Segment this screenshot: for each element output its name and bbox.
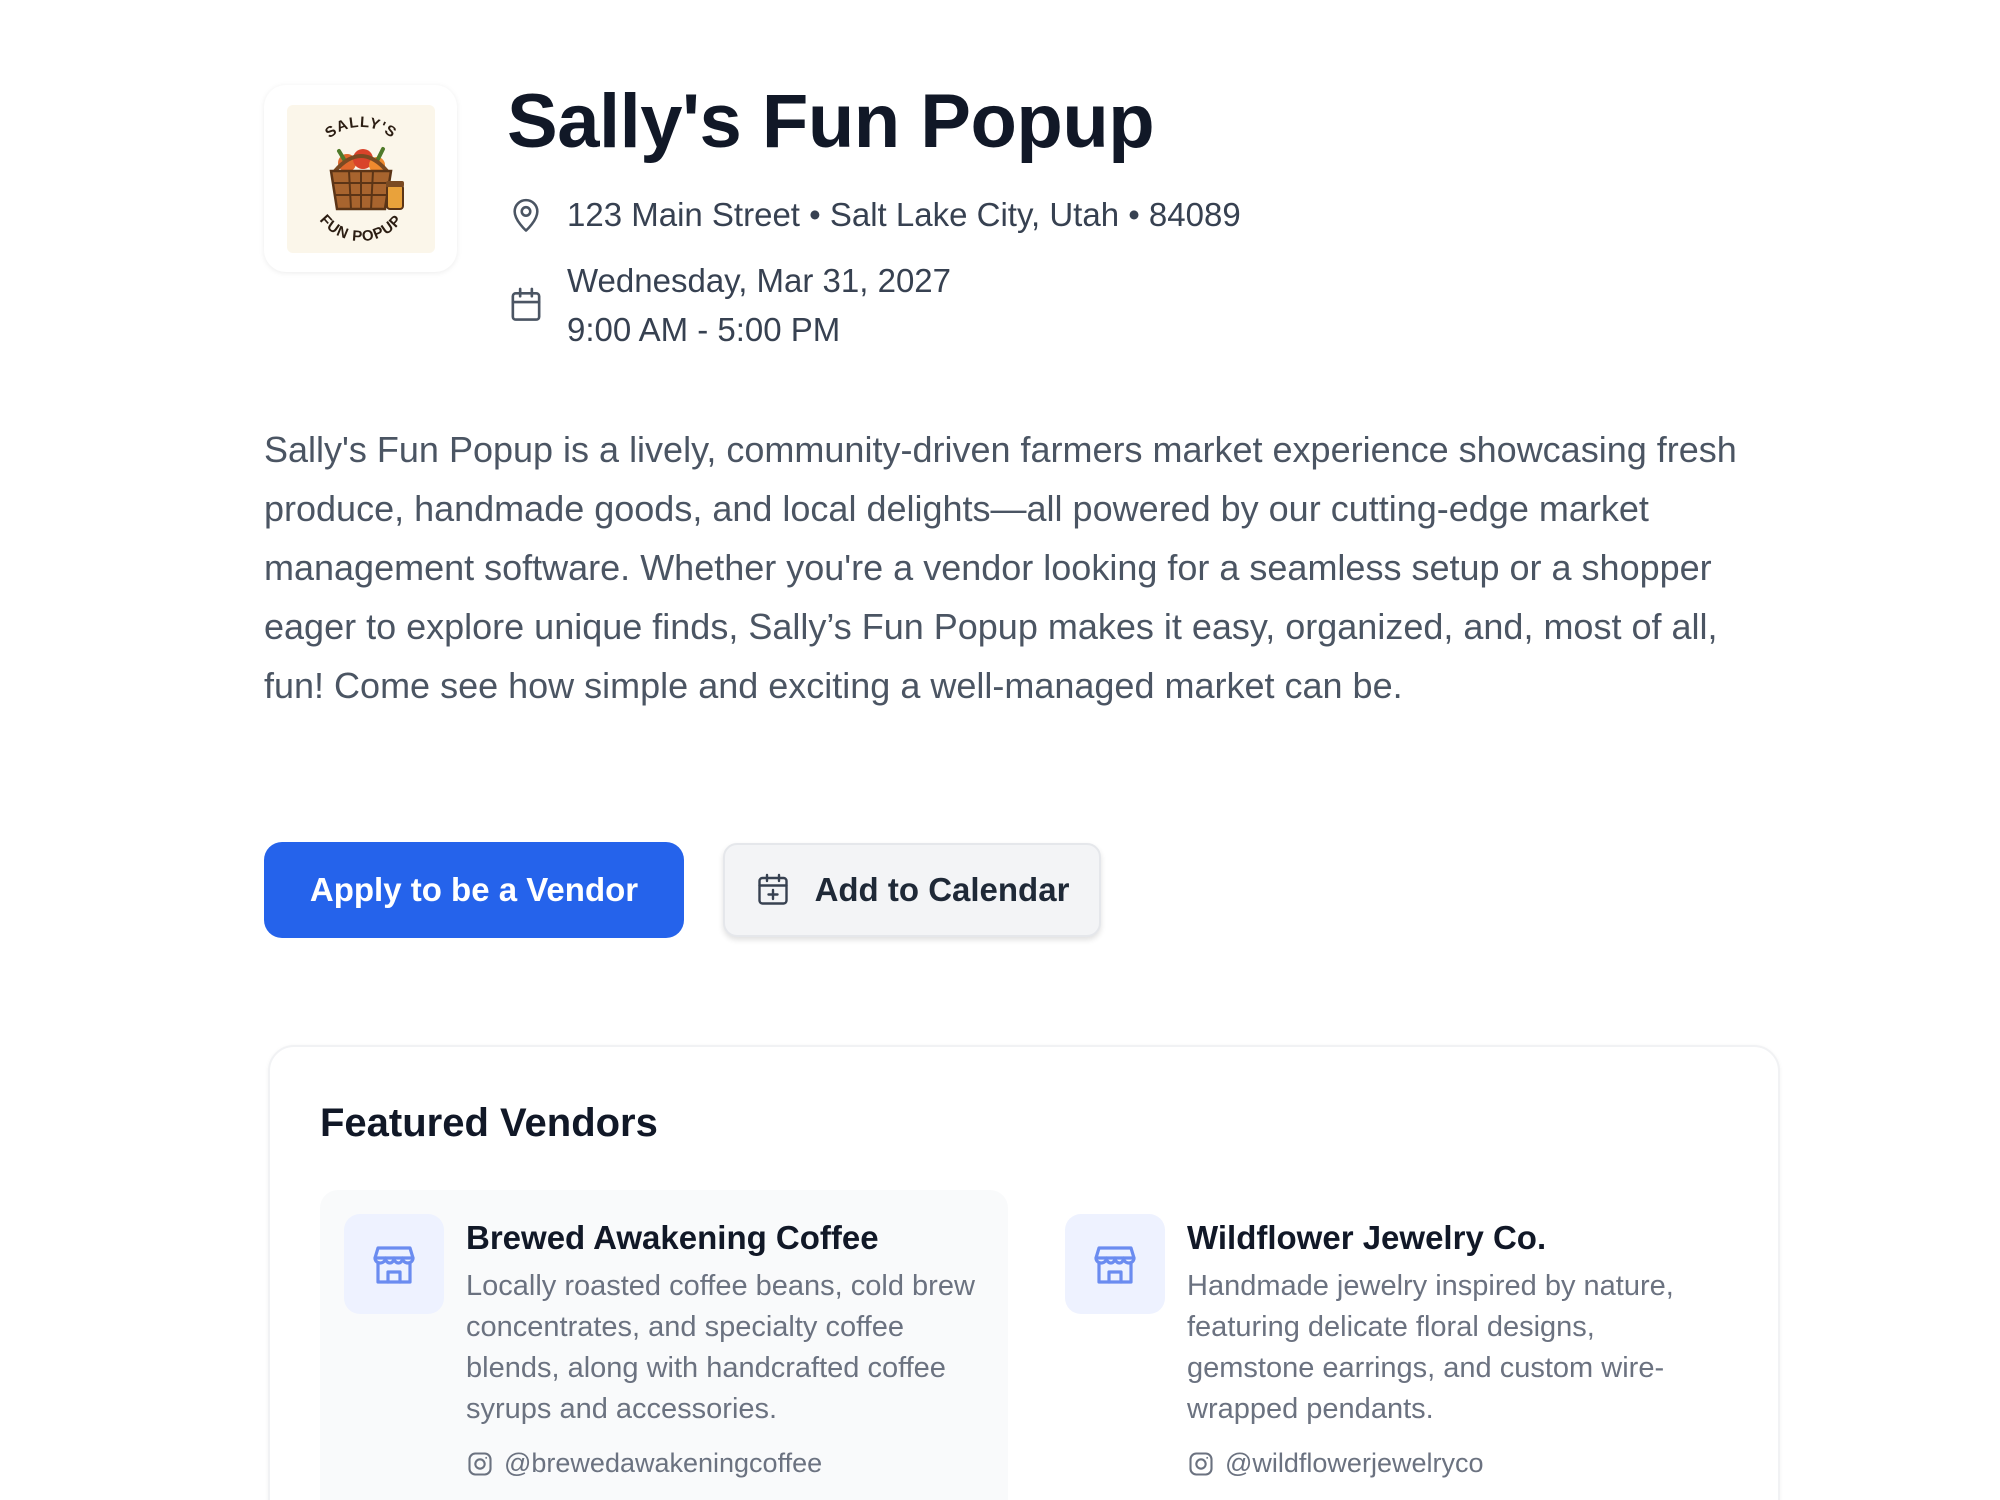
vendor-instagram-handle: @wildflowerjewelryco: [1225, 1448, 1484, 1478]
event-title: Sally's Fun Popup: [507, 79, 1155, 164]
vendor-instagram-handle: @brewedawakeningcoffee: [504, 1448, 823, 1478]
event-time: 9:00 AM - 5:00 PM: [567, 311, 841, 348]
instagram-icon: [466, 1450, 494, 1478]
event-description: Sally's Fun Popup is a lively, community…: [264, 429, 1737, 706]
event-date: Wednesday, Mar 31, 2027: [567, 262, 952, 299]
vendor-description: Handmade jewelry inspired by nature, fea…: [1187, 1270, 1674, 1425]
calendar-plus-icon: [755, 872, 791, 908]
event-address: 123 Main Street • Salt Lake City, Utah •…: [567, 196, 1241, 233]
storefront-icon: [344, 1214, 444, 1314]
map-pin-icon: [507, 196, 545, 234]
vendor-name: Brewed Awakening Coffee: [466, 1219, 879, 1256]
vendor-card[interactable]: Brewed Awakening Coffee Locally roasted …: [320, 1190, 1008, 1500]
instagram-icon: [1187, 1450, 1215, 1478]
vendor-description: Locally roasted coffee beans, cold brew …: [466, 1270, 975, 1425]
vendor-instagram-link[interactable]: @wildflowerjewelryco: [1187, 1448, 1707, 1479]
featured-vendors-heading: Featured Vendors: [320, 1101, 658, 1145]
event-address-row: 123 Main Street • Salt Lake City, Utah •…: [507, 190, 1241, 239]
apply-vendor-button[interactable]: Apply to be a Vendor: [264, 842, 684, 938]
basket-logo-icon: SALLY'S FUN POPUP: [286, 104, 435, 253]
storefront-icon: [1065, 1214, 1165, 1314]
vendor-card[interactable]: Wildflower Jewelry Co. Handmade jewelry …: [1041, 1190, 1729, 1500]
vendor-instagram-link[interactable]: @brewedawakeningcoffee: [466, 1448, 986, 1479]
add-to-calendar-button[interactable]: Add to Calendar: [723, 843, 1101, 937]
add-to-calendar-label: Add to Calendar: [814, 871, 1070, 908]
event-logo: SALLY'S FUN POPUP: [264, 85, 457, 272]
calendar-icon: [507, 286, 545, 324]
vendor-name: Wildflower Jewelry Co.: [1187, 1219, 1547, 1256]
featured-vendors-section: Featured Vendors Brewed Awakening Coffee…: [268, 1045, 1780, 1500]
event-datetime-row: Wednesday, Mar 31, 2027 9:00 AM - 5:00 P…: [507, 256, 951, 354]
